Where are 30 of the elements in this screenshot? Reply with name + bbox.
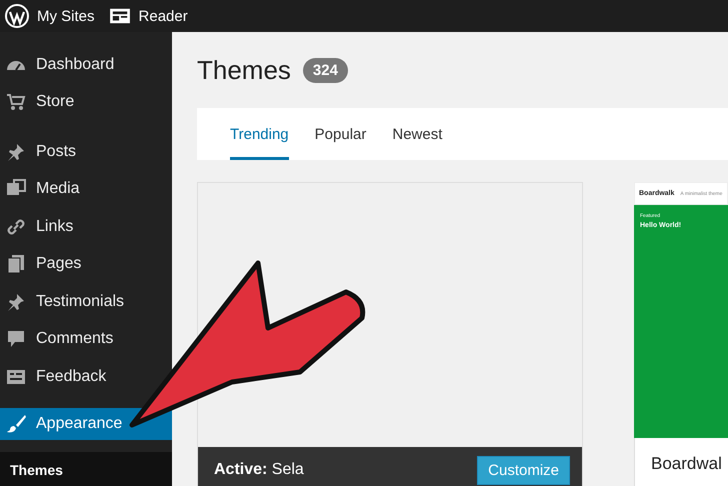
theme-name: Boardwal xyxy=(651,454,722,474)
sidebar-item[interactable]: Posts xyxy=(0,133,82,170)
pushpin-icon xyxy=(6,142,26,162)
tab[interactable]: Newest xyxy=(392,108,442,160)
count-badge: 324 xyxy=(302,58,348,82)
link-icon xyxy=(6,216,26,237)
sidebar-item[interactable]: Comments xyxy=(0,320,120,358)
cart-icon xyxy=(6,92,26,112)
page-title: Themes xyxy=(197,54,291,86)
pages-icon xyxy=(6,254,26,274)
sidebar-item[interactable]: Appearance xyxy=(0,408,172,440)
sidebar-item[interactable]: Pages xyxy=(0,246,88,283)
theme-card[interactable]: Active: Sela Customize xyxy=(197,182,583,486)
sidebar-item[interactable]: Testimonials xyxy=(0,283,130,320)
tab[interactable]: Popular xyxy=(314,108,366,160)
theme-name: Active: Sela xyxy=(214,461,304,479)
sidebar-item[interactable]: Feedback xyxy=(0,358,112,396)
sidebar-item[interactable]: Dashboard xyxy=(0,46,120,84)
submenu-item[interactable]: Themes xyxy=(10,462,172,478)
wordpress-logo-icon[interactable] xyxy=(5,4,29,28)
sidebar-item[interactable]: Media xyxy=(0,170,86,208)
brush-icon xyxy=(6,414,26,434)
top-bar-link[interactable]: My Sites xyxy=(37,8,95,24)
pushpin-icon xyxy=(6,292,26,312)
top-bar-link[interactable]: Reader xyxy=(138,8,188,24)
tab[interactable]: Trending xyxy=(230,108,289,160)
reader-icon[interactable] xyxy=(108,7,131,25)
sidebar-item[interactable]: Links xyxy=(0,208,80,246)
speech-bubble-icon xyxy=(6,329,26,350)
sidebar-item[interactable]: Store xyxy=(0,84,80,121)
